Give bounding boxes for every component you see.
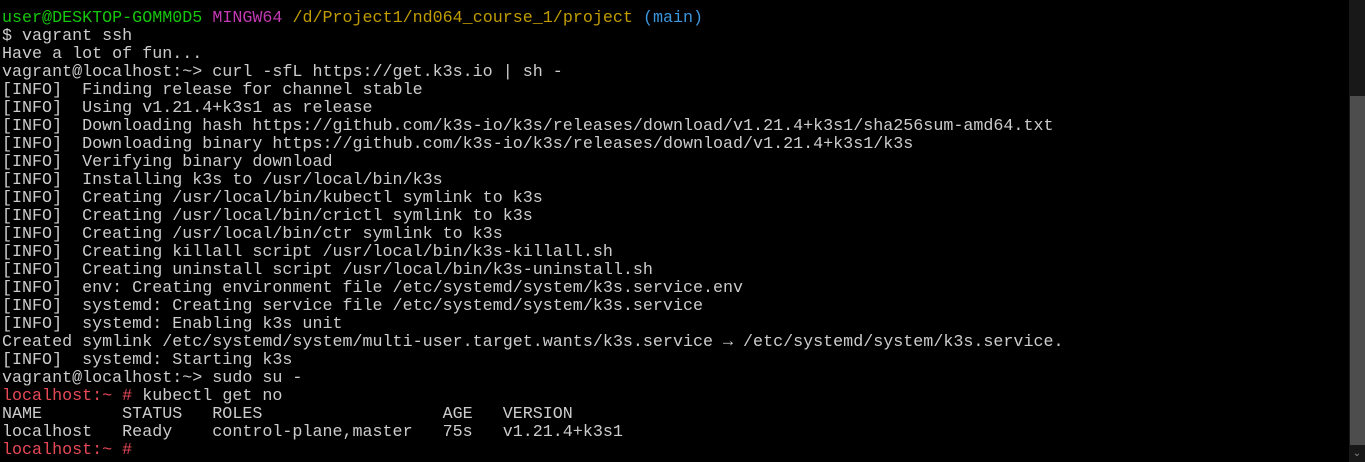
terminal-text: [INFO] Creating uninstall script /usr/lo… [2, 261, 653, 280]
terminal-line: vagrant@localhost:~> curl -sfL https://g… [2, 64, 1347, 82]
terminal-text: user@DESKTOP-GOMM0D5 [2, 9, 203, 28]
terminal-line: [INFO] Creating /usr/local/bin/kubectl s… [2, 190, 1347, 208]
terminal-text: localhost:~ # [2, 387, 133, 406]
terminal-line: [INFO] env: Creating environment file /e… [2, 280, 1347, 298]
terminal-line: [INFO] Creating /usr/local/bin/ctr symli… [2, 226, 1347, 244]
terminal-line: [INFO] Downloading binary https://github… [2, 136, 1347, 154]
terminal-output[interactable]: user@DESKTOP-GOMM0D5 MINGW64 /d/Project1… [2, 10, 1347, 460]
terminal-text: [INFO] Creating /usr/local/bin/crictl sy… [2, 207, 533, 226]
terminal-line: [INFO] Verifying binary download [2, 154, 1347, 172]
terminal-text: [INFO] env: Creating environment file /e… [2, 279, 744, 298]
terminal-line: vagrant@localhost:~> sudo su - [2, 370, 1347, 388]
terminal-line: $ vagrant ssh [2, 28, 1347, 46]
terminal-text: [INFO] Downloading binary https://github… [2, 135, 914, 154]
terminal-text: [INFO] Creating /usr/local/bin/kubectl s… [2, 189, 543, 208]
terminal-text: [INFO] Creating killall script /usr/loca… [2, 243, 613, 262]
terminal-line: [INFO] Creating /usr/local/bin/crictl sy… [2, 208, 1347, 226]
chevron-down-icon[interactable]: ⌄ [1349, 445, 1365, 462]
terminal-text: vagrant@localhost:~> curl -sfL https://g… [2, 63, 563, 82]
terminal-line: Created symlink /etc/systemd/system/mult… [2, 334, 1347, 352]
terminal-text: [INFO] Creating /usr/local/bin/ctr symli… [2, 225, 503, 244]
terminal-line: localhost:~ # kubectl get no [2, 388, 1347, 406]
terminal-text: [INFO] Using v1.21.4+k3s1 as release [2, 99, 373, 118]
terminal-line: [INFO] Finding release for channel stabl… [2, 82, 1347, 100]
terminal-line: [INFO] Using v1.21.4+k3s1 as release [2, 100, 1347, 118]
terminal-line: [INFO] Installing k3s to /usr/local/bin/… [2, 172, 1347, 190]
terminal-line: [INFO] Creating killall script /usr/loca… [2, 244, 1347, 262]
terminal-text: MINGW64 [212, 9, 283, 28]
terminal-text: [INFO] systemd: Creating service file /e… [2, 297, 703, 316]
terminal-line: user@DESKTOP-GOMM0D5 MINGW64 /d/Project1… [2, 10, 1347, 28]
terminal-text: NAME STATUS ROLES AGE VERSION [2, 405, 573, 424]
terminal-line: [INFO] systemd: Starting k3s [2, 352, 1347, 370]
terminal-line: localhost Ready control-plane,master 75s… [2, 424, 1347, 442]
terminal-text: [INFO] Installing k3s to /usr/local/bin/… [2, 171, 443, 190]
terminal-text: [INFO] Finding release for channel stabl… [2, 81, 423, 100]
terminal-text: localhost Ready control-plane,master 75s… [2, 423, 623, 442]
terminal-text: $ vagrant ssh [2, 27, 133, 46]
terminal-text: [INFO] systemd: Starting k3s [2, 351, 293, 370]
terminal-line: [INFO] Creating uninstall script /usr/lo… [2, 262, 1347, 280]
terminal-text: localhost:~ # [2, 441, 133, 460]
terminal-text: Have a lot of fun... [2, 45, 203, 64]
terminal-line: localhost:~ # [2, 442, 1347, 460]
terminal-line: NAME STATUS ROLES AGE VERSION [2, 406, 1347, 424]
terminal-text: [INFO] Downloading hash https://github.c… [2, 117, 1054, 136]
terminal-line: [INFO] Downloading hash https://github.c… [2, 118, 1347, 136]
terminal-line: [INFO] systemd: Creating service file /e… [2, 298, 1347, 316]
terminal-text: vagrant@localhost:~> sudo su - [2, 369, 303, 388]
terminal-text: (main) [642, 9, 704, 28]
terminal-text: [INFO] systemd: Enabling k3s unit [2, 315, 343, 334]
scrollbar-thumb[interactable] [1350, 96, 1365, 445]
terminal-text: /d/Project1/nd064_course_1/project [292, 9, 633, 28]
terminal-text: Created symlink /etc/systemd/system/mult… [2, 333, 1064, 352]
terminal-text: [INFO] Verifying binary download [2, 153, 333, 172]
terminal-text: kubectl get no [132, 387, 283, 406]
vertical-scrollbar[interactable]: ⌄ [1349, 0, 1365, 462]
terminal-line: [INFO] systemd: Enabling k3s unit [2, 316, 1347, 334]
terminal-line: Have a lot of fun... [2, 46, 1347, 64]
